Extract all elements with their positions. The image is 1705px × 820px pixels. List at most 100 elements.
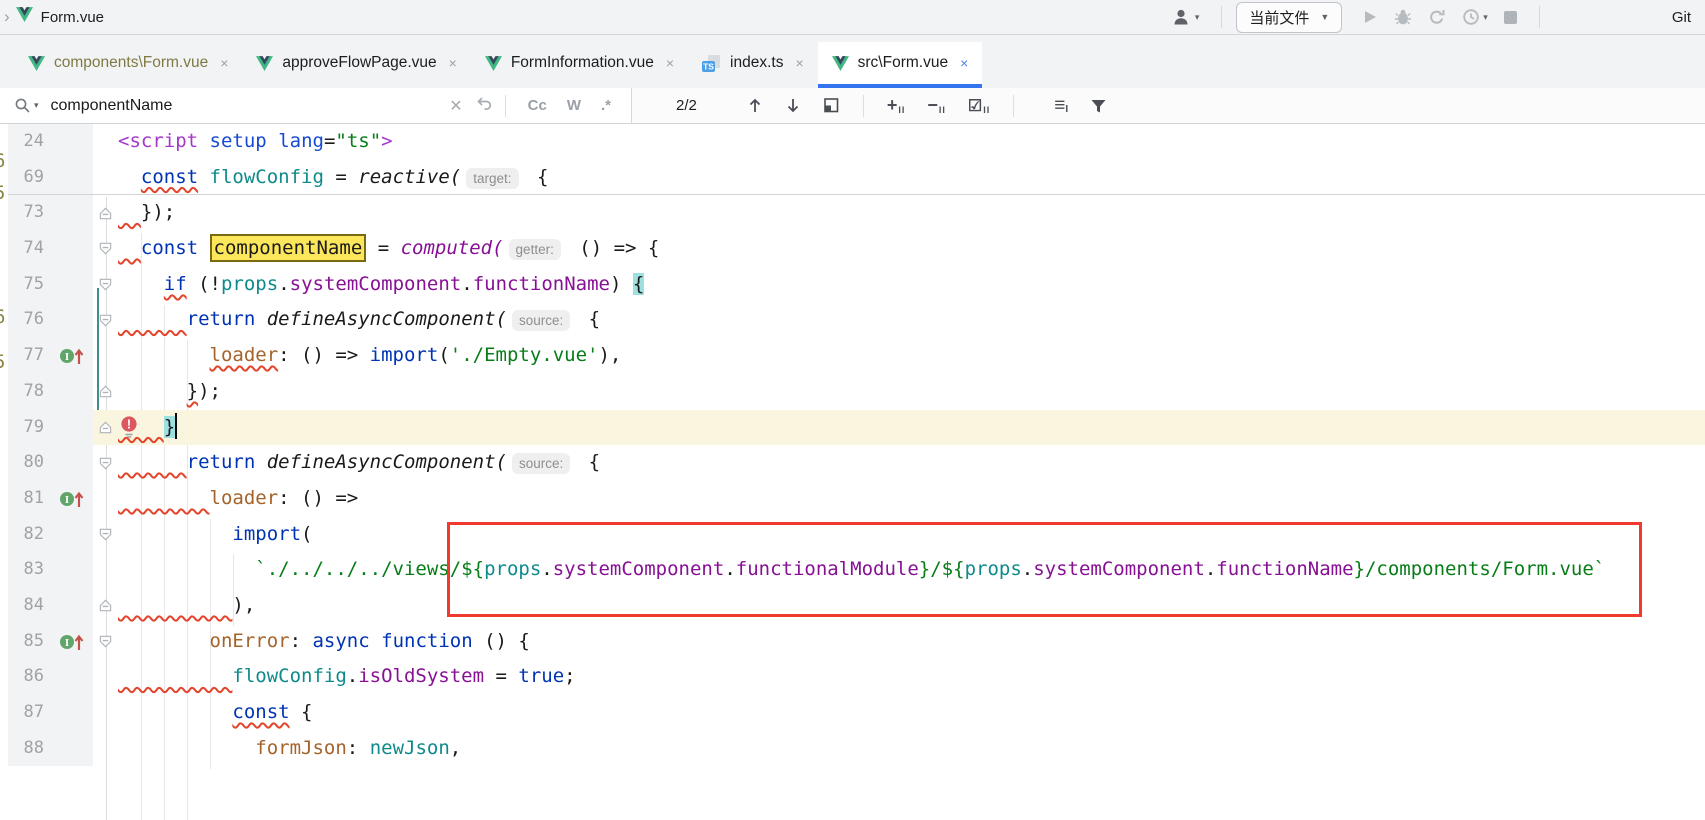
line-number[interactable]: 85 [8, 624, 58, 660]
fold-toggle-icon[interactable] [98, 420, 113, 435]
fold-toggle-icon[interactable] [98, 277, 113, 292]
run-button[interactable] [1362, 9, 1378, 25]
profiler-button[interactable]: ▾ [1462, 8, 1488, 26]
line-number[interactable]: 87 [8, 695, 58, 731]
code-line[interactable]: 83 `./../../../views/${props.systemCompo… [8, 552, 1705, 588]
navigate-usage-marker-icon[interactable]: I [58, 488, 86, 509]
code-line[interactable]: 76 return defineAsyncComponent(source: { [8, 302, 1705, 338]
code-text[interactable]: <script setup lang="ts"> [118, 124, 393, 160]
code-line[interactable]: 85I onError: async function () { [8, 624, 1705, 660]
line-number[interactable]: 86 [8, 659, 58, 695]
search-history-icon[interactable] [475, 95, 493, 116]
tab-close-icon[interactable]: × [795, 55, 803, 71]
next-occurrence-button[interactable] [785, 97, 801, 114]
code-text[interactable]: onError: async function () { [118, 624, 530, 660]
line-number[interactable]: 69 [8, 160, 58, 195]
code-line[interactable]: 75 if (!props.systemComponent.functionNa… [8, 267, 1705, 303]
editor-tab[interactable]: components\Form.vue× [14, 42, 242, 88]
code-line[interactable]: 74 const componentName = computed(getter… [8, 231, 1705, 267]
line-number[interactable]: 75 [8, 267, 58, 303]
code-line[interactable]: 84 ), [8, 588, 1705, 624]
fold-toggle-icon[interactable] [98, 384, 113, 399]
code-text[interactable]: loader: () => [118, 481, 358, 517]
code-line[interactable]: 78 }); [8, 374, 1705, 410]
line-number[interactable]: 80 [8, 445, 58, 481]
code-text[interactable]: const flowConfig = reactive(target: { [118, 160, 548, 195]
line-number[interactable]: 84 [8, 588, 58, 624]
code-text[interactable]: `./../../../views/${props.systemComponen… [118, 552, 1605, 588]
code-line[interactable]: 87 const { [8, 695, 1705, 731]
line-number[interactable]: 73 [8, 195, 58, 231]
line-number[interactable]: 77 [8, 338, 58, 374]
filter-search-lines-button[interactable]: ≡I [1054, 95, 1068, 117]
navigate-usage-marker-icon[interactable]: I [58, 631, 86, 652]
search-icon[interactable]: ▾ [14, 97, 39, 114]
fold-toggle-icon[interactable] [98, 634, 113, 649]
line-number[interactable]: 78 [8, 374, 58, 410]
filter-funnel-icon[interactable] [1090, 98, 1107, 114]
run-with-coverage-button[interactable] [1428, 8, 1446, 26]
fold-toggle-icon[interactable] [98, 598, 113, 613]
tab-close-icon[interactable]: × [449, 55, 457, 71]
code-line[interactable]: 86 flowConfig.isOldSystem = true; [8, 659, 1705, 695]
code-text[interactable]: formJson: newJson, [118, 731, 461, 767]
code-text[interactable]: import( [118, 517, 312, 553]
code-text[interactable]: return defineAsyncComponent(source: { [118, 445, 600, 481]
code-line[interactable]: 80 return defineAsyncComponent(source: { [8, 445, 1705, 481]
code-line[interactable]: 77I loader: () => import('./Empty.vue'), [8, 338, 1705, 374]
code-text[interactable]: const { [118, 695, 312, 731]
line-number[interactable]: 82 [8, 517, 58, 553]
editor-tab[interactable]: TSindex.ts× [688, 42, 818, 88]
debug-button[interactable] [1394, 8, 1412, 26]
code-line[interactable]: 82 import( [8, 517, 1705, 553]
code-text[interactable]: return defineAsyncComponent(source: { [118, 302, 600, 338]
open-in-find-window-button[interactable] [823, 97, 840, 114]
remove-selection-occurrence-button[interactable]: −II [927, 95, 946, 116]
code-text[interactable]: }); [118, 195, 175, 231]
whole-words-toggle[interactable]: W [567, 97, 581, 114]
line-number[interactable]: 76 [8, 302, 58, 338]
code-text[interactable]: }); [118, 374, 221, 410]
fold-toggle-icon[interactable] [98, 206, 113, 221]
fold-toggle-icon[interactable] [98, 456, 113, 471]
stop-button[interactable] [1504, 11, 1517, 24]
fold-toggle-icon[interactable] [98, 241, 113, 256]
code-text[interactable]: loader: () => import('./Empty.vue'), [118, 338, 621, 374]
run-configuration-dropdown[interactable]: 当前文件 ▼ [1236, 2, 1342, 33]
code-editor[interactable]: 24<script setup lang="ts">69 const flowC… [0, 124, 1705, 820]
error-intention-icon[interactable]: ! [120, 416, 138, 444]
navigate-usage-marker-icon[interactable]: I [58, 345, 86, 366]
search-input[interactable]: componentName [51, 97, 438, 115]
git-menu[interactable]: Git [1672, 9, 1691, 26]
code-line[interactable]: 69 const flowConfig = reactive(target: { [8, 160, 1705, 196]
previous-occurrence-button[interactable] [747, 97, 763, 114]
line-number[interactable]: 83 [8, 552, 58, 588]
code-text[interactable]: const componentName = computed(getter: (… [118, 231, 659, 267]
clear-search-icon[interactable]: ✕ [449, 96, 462, 116]
line-number[interactable]: 74 [8, 231, 58, 267]
line-number[interactable]: 79 [8, 410, 58, 446]
code-line[interactable]: 81I loader: () => [8, 481, 1705, 517]
code-text[interactable]: flowConfig.isOldSystem = true; [118, 659, 576, 695]
code-line[interactable]: !79 } [8, 410, 1705, 446]
code-line[interactable]: 73 }); [8, 195, 1705, 231]
editor-tab[interactable]: FormInformation.vue× [471, 42, 688, 88]
code-text[interactable]: if (!props.systemComponent.functionName)… [118, 267, 644, 303]
editor-tab[interactable]: approveFlowPage.vue× [242, 42, 470, 88]
match-case-toggle[interactable]: Cc [528, 97, 547, 114]
line-number[interactable]: 81 [8, 481, 58, 517]
user-account-icon[interactable]: ▾ [1172, 8, 1200, 26]
select-all-occurrences-button[interactable]: ☑II [968, 96, 990, 116]
regex-toggle[interactable]: .* [601, 97, 611, 114]
tab-close-icon[interactable]: × [666, 55, 674, 71]
editor-tab[interactable]: src\Form.vue× [818, 42, 983, 88]
line-number[interactable]: 88 [8, 731, 58, 767]
code-line[interactable]: 24 <script setup lang="ts"> [8, 124, 1705, 160]
code-line[interactable]: 88 formJson: newJson, [8, 731, 1705, 767]
fold-toggle-icon[interactable] [98, 313, 113, 328]
search-field[interactable]: ▾ componentName ✕ Cc W .* [0, 88, 632, 123]
line-number[interactable]: 24 [8, 124, 58, 160]
fold-toggle-icon[interactable] [98, 527, 113, 542]
tab-close-icon[interactable]: × [960, 55, 968, 71]
add-selection-occurrence-button[interactable]: +II [887, 95, 906, 116]
